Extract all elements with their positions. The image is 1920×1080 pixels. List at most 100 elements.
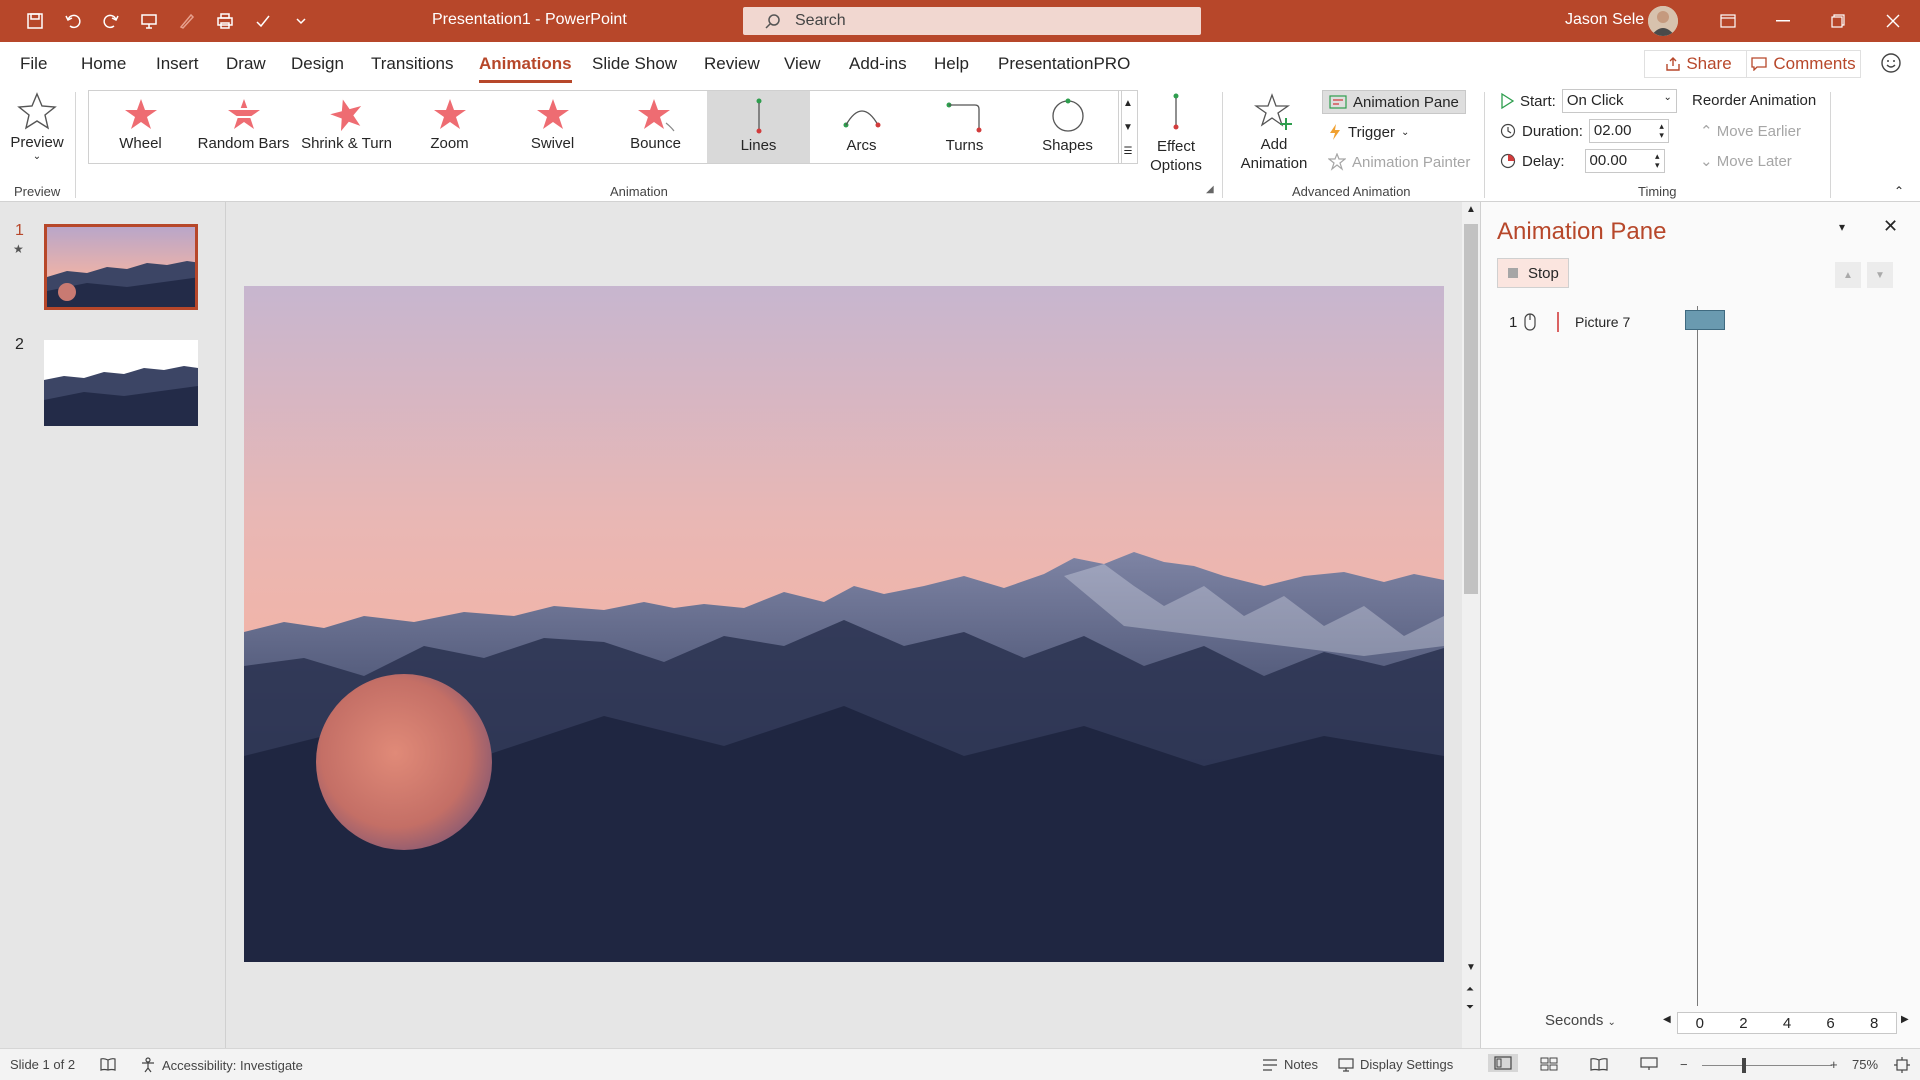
slideshow-view-icon[interactable] bbox=[1640, 1057, 1658, 1071]
spelling-book-icon[interactable] bbox=[100, 1057, 116, 1071]
feedback-smiley-icon[interactable] bbox=[1880, 52, 1902, 78]
gallery-down-icon[interactable]: ▼ bbox=[1123, 122, 1133, 133]
effect-options-button[interactable]: Effect Options bbox=[1140, 92, 1212, 175]
previous-slide-icon[interactable]: ⏶ bbox=[1466, 984, 1474, 995]
tab-help[interactable]: Help bbox=[934, 54, 969, 74]
stop-button[interactable]: Stop bbox=[1497, 258, 1569, 288]
delay-label: Delay: bbox=[1522, 152, 1565, 170]
tab-transitions[interactable]: Transitions bbox=[371, 54, 454, 74]
tab-file[interactable]: File bbox=[20, 54, 47, 74]
move-up-icon[interactable]: ▲ bbox=[1835, 262, 1861, 288]
delay-stepper[interactable]: 00.00 ▴ ▾ bbox=[1584, 149, 1665, 173]
animation-zoom[interactable]: Zoom bbox=[398, 91, 501, 163]
scroll-up-icon[interactable]: ▲ bbox=[1466, 204, 1476, 215]
animation-painter-button[interactable]: Animation Painter bbox=[1322, 150, 1476, 174]
seconds-dropdown[interactable]: Seconds ⌄ bbox=[1545, 1012, 1616, 1029]
zoom-level[interactable]: 75% bbox=[1852, 1057, 1878, 1072]
animation-arcs[interactable]: Arcs bbox=[810, 91, 913, 163]
undo-icon[interactable] bbox=[58, 8, 88, 34]
animation-random-bars[interactable]: Random Bars bbox=[192, 91, 295, 163]
animation-pane-button[interactable]: Animation Pane bbox=[1322, 90, 1466, 114]
slide-thumbnail-1[interactable] bbox=[44, 224, 198, 310]
tab-add-ins[interactable]: Add-ins bbox=[849, 54, 907, 74]
timeline-right-icon[interactable]: ▶ bbox=[1901, 1014, 1909, 1025]
accessibility-button[interactable]: Accessibility: Investigate bbox=[140, 1057, 303, 1073]
zoom-slider-thumb[interactable] bbox=[1742, 1058, 1746, 1073]
avatar[interactable] bbox=[1648, 6, 1678, 36]
minimize-icon[interactable] bbox=[1755, 0, 1810, 42]
gallery-more-icon[interactable]: ☰ bbox=[1124, 146, 1133, 157]
tab-insert[interactable]: Insert bbox=[156, 54, 199, 74]
zoom-slider[interactable] bbox=[1702, 1065, 1832, 1066]
animation-shrink-turn[interactable]: Shrink & Turn bbox=[295, 91, 398, 163]
separator bbox=[75, 92, 76, 198]
animation-swivel[interactable]: Swivel bbox=[501, 91, 604, 163]
trigger-button[interactable]: Trigger ⌄ bbox=[1322, 120, 1415, 144]
tab-home[interactable]: Home bbox=[81, 54, 126, 74]
animation-wheel[interactable]: Wheel bbox=[89, 91, 192, 163]
animation-lines[interactable]: Lines bbox=[707, 91, 810, 163]
scroll-down-icon[interactable]: ▼ bbox=[1466, 962, 1476, 973]
move-later-label: Move Later bbox=[1716, 153, 1792, 170]
reading-view-icon[interactable] bbox=[1590, 1057, 1608, 1071]
spinner-icon[interactable]: ▴ ▾ bbox=[1659, 122, 1664, 140]
pane-options-icon[interactable]: ▾ bbox=[1839, 220, 1845, 234]
tab-slide-show[interactable]: Slide Show bbox=[592, 54, 677, 74]
start-from-beginning-icon[interactable] bbox=[134, 8, 164, 34]
mountain-background-image[interactable] bbox=[244, 286, 1444, 962]
animation-turns[interactable]: Turns bbox=[913, 91, 1016, 163]
gallery-up-icon[interactable]: ▲ bbox=[1123, 98, 1133, 109]
search-input[interactable]: Search bbox=[743, 7, 1201, 35]
add-animation-button[interactable]: Add Animation bbox=[1226, 92, 1322, 173]
next-slide-icon[interactable]: ⏷ bbox=[1466, 1002, 1474, 1013]
redo-icon[interactable] bbox=[96, 8, 126, 34]
fit-to-window-icon[interactable] bbox=[1894, 1057, 1910, 1073]
spinner-icon[interactable]: ▴ ▾ bbox=[1655, 152, 1660, 170]
preview-button[interactable]: Preview ⌄ bbox=[8, 92, 66, 162]
tab-draw[interactable]: Draw bbox=[226, 54, 266, 74]
print-icon[interactable] bbox=[210, 8, 240, 34]
animation-bounce[interactable]: Bounce bbox=[604, 91, 707, 163]
animation-arcs-label: Arcs bbox=[846, 137, 877, 154]
zoom-out-icon[interactable]: − bbox=[1680, 1057, 1688, 1072]
zoom-in-icon[interactable]: + bbox=[1830, 1057, 1838, 1072]
start-dropdown[interactable]: On Click ⌄ bbox=[1561, 89, 1677, 113]
move-down-icon[interactable]: ▼ bbox=[1867, 262, 1893, 288]
share-button[interactable]: Share bbox=[1644, 50, 1754, 78]
tab-view[interactable]: View bbox=[784, 54, 821, 74]
user-name[interactable]: Jason Sele bbox=[1565, 11, 1644, 29]
draw-pen-icon[interactable] bbox=[172, 8, 202, 34]
ribbon-display-options-icon[interactable] bbox=[1700, 0, 1755, 42]
notes-button[interactable]: Notes bbox=[1262, 1057, 1318, 1072]
tab-design[interactable]: Design bbox=[291, 54, 344, 74]
animation-dialog-launcher-icon[interactable]: ◢ bbox=[1206, 184, 1214, 195]
display-settings-button[interactable]: Display Settings bbox=[1338, 1057, 1453, 1072]
duration-stepper[interactable]: 02.00 ▴ ▾ bbox=[1588, 119, 1669, 143]
timeline-bar[interactable] bbox=[1685, 310, 1725, 330]
notes-label: Notes bbox=[1284, 1057, 1318, 1072]
restore-icon[interactable] bbox=[1810, 0, 1865, 42]
search-placeholder: Search bbox=[795, 12, 846, 29]
tab-review[interactable]: Review bbox=[704, 54, 760, 74]
editor-vertical-scrollbar[interactable]: ▲ ▼ ⏶ ⏷ bbox=[1462, 202, 1480, 1048]
slide-thumbnail-2[interactable] bbox=[44, 340, 198, 426]
close-icon[interactable] bbox=[1865, 0, 1920, 42]
gallery-scroller[interactable]: ▲ ▼ ☰ bbox=[1118, 90, 1138, 164]
scroll-thumb[interactable] bbox=[1464, 224, 1478, 594]
save-icon[interactable] bbox=[20, 8, 50, 34]
spelling-icon[interactable] bbox=[248, 8, 278, 34]
move-earlier-button[interactable]: ⌃ Move Earlier bbox=[1700, 122, 1801, 140]
tab-presentationpro[interactable]: PresentationPRO bbox=[998, 54, 1130, 74]
tab-animations[interactable]: Animations bbox=[479, 54, 572, 83]
slide-canvas[interactable] bbox=[244, 286, 1444, 962]
move-later-button[interactable]: ⌄ Move Later bbox=[1700, 152, 1792, 170]
timeline-left-icon[interactable]: ◀ bbox=[1663, 1014, 1671, 1025]
pane-close-icon[interactable]: ✕ bbox=[1883, 216, 1898, 237]
collapse-ribbon-icon[interactable]: ⌃ bbox=[1894, 184, 1904, 198]
advanced-animation-group-label: Advanced Animation bbox=[1292, 184, 1411, 199]
customize-toolbar-icon[interactable] bbox=[286, 8, 316, 34]
slide-sorter-icon[interactable] bbox=[1540, 1057, 1558, 1071]
animation-shapes[interactable]: Shapes bbox=[1016, 91, 1119, 163]
normal-view-icon[interactable] bbox=[1488, 1054, 1518, 1072]
comments-button[interactable]: Comments bbox=[1746, 50, 1861, 78]
